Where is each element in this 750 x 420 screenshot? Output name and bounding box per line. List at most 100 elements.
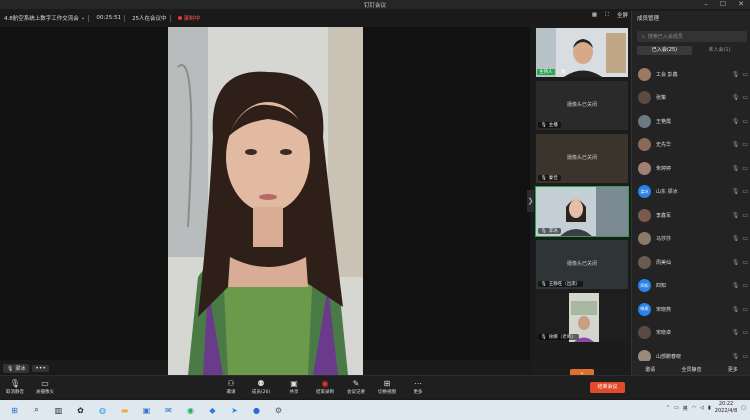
ime-indicator[interactable]: 英 (683, 405, 688, 412)
fullscreen-button[interactable]: ▦ ⛶ 全屏 (592, 11, 628, 20)
collapse-gallery-button[interactable]: ❯ (527, 190, 534, 212)
gallery-tile[interactable]: 摄像头已关闭 🎙 王静旺（出席） (535, 239, 629, 290)
camera-off-icon[interactable]: ▭ (742, 212, 748, 219)
divider (88, 14, 90, 22)
add-person-icon: ⚇ (227, 379, 235, 388)
wifi-icon[interactable]: ◠ (692, 405, 696, 411)
camera-off-icon[interactable]: ▭ (742, 94, 748, 101)
mic-off-icon[interactable]: 🎙 (732, 165, 740, 172)
end-meeting-button[interactable]: 结束会议 (590, 382, 625, 393)
mic-off-icon[interactable]: 🎙 (732, 235, 740, 242)
avatar: 梁冰 (638, 185, 651, 198)
minutes-button[interactable]: ✎ 会议记要 (341, 378, 371, 395)
file-explorer-icon[interactable]: ▬ (117, 404, 132, 417)
camera-off-icon[interactable]: ▭ (742, 282, 748, 289)
gallery-tile-speaking[interactable]: 🎙 李冰 (535, 186, 629, 237)
store-icon[interactable]: ▣ (139, 404, 154, 417)
member-name: 山部鹏春晓 (656, 353, 682, 360)
system-clock[interactable]: 20:22 2022/4/8 (715, 401, 737, 415)
camera-off-icon[interactable]: ▭ (742, 329, 748, 336)
unmute-button[interactable]: 🎙 取消静音 (0, 378, 30, 395)
clock-date: 2022/4/8 (714, 408, 738, 414)
mail-icon[interactable]: ✉ (161, 404, 176, 417)
close-icon[interactable]: ✕ (738, 0, 744, 8)
member-row[interactable]: 朱婷婷 🎙 ▭ (638, 157, 748, 179)
member-row[interactable]: 晓燕 宋晓燕 🎙 ▭ (638, 298, 748, 320)
mic-off-icon[interactable]: 🎙 (732, 188, 740, 195)
share-button[interactable]: ▣ 共享 (279, 378, 309, 395)
camera-off-icon[interactable]: ▭ (742, 71, 748, 78)
member-row[interactable]: 工会 彭鑫 🎙 ▭ (638, 63, 748, 85)
member-row[interactable]: 马莎莎 🎙 ▭ (638, 228, 748, 250)
member-row[interactable]: 史先华 🎙 ▭ (638, 134, 748, 156)
mic-off-icon[interactable]: 🎙 (732, 353, 740, 360)
minimize-icon[interactable]: – (704, 0, 708, 8)
gallery-tile[interactable]: 摄像头已关闭 🎙 秦佳 (535, 133, 629, 184)
notification-icon[interactable]: ▢ (741, 405, 746, 411)
mic-off-icon[interactable]: 🎙 (732, 141, 740, 148)
panel-more-button[interactable]: 更多 (724, 365, 742, 374)
windows-start-icon[interactable]: ⊞ (7, 404, 22, 417)
network-icon[interactable]: ▭ (674, 405, 679, 411)
mic-off-icon[interactable]: 🎙 (732, 118, 740, 125)
camera-off-icon[interactable]: ▭ (742, 306, 748, 313)
member-row[interactable]: 宋晓卓 🎙 ▭ (638, 322, 748, 344)
maximize-icon[interactable]: ☐ (720, 0, 726, 8)
gallery-tile-host[interactable]: 主持人 我 (535, 27, 629, 78)
tab-joined[interactable]: 已入会(25) (637, 46, 692, 55)
member-search-input[interactable]: ⌕ 搜索已入会成员 (637, 31, 747, 42)
more-icon: ⋯ (414, 379, 422, 388)
settings-icon[interactable]: ⚙ (271, 404, 286, 417)
mic-off-icon[interactable]: 🎙 (732, 212, 740, 219)
battery-icon[interactable]: ▮ (708, 405, 711, 411)
record-icon: ◉ (321, 379, 329, 388)
mic-off-icon[interactable]: 🎙 (732, 282, 740, 289)
member-row[interactable]: 李鑫军 🎙 ▭ (638, 204, 748, 226)
member-row[interactable]: 张策 🎙 ▭ (638, 87, 748, 109)
mic-off-icon[interactable]: 🎙 (732, 259, 740, 266)
member-name: 王艳霞 (656, 118, 672, 125)
camera-button[interactable]: ▭ 关摄像头 (30, 378, 60, 395)
wechat-icon[interactable]: ◉ (183, 404, 198, 417)
invite-member-button[interactable]: 邀请 (641, 365, 659, 374)
more-button[interactable]: ⋯ 更多 (403, 378, 433, 395)
task-view-icon[interactable]: ▥ (51, 404, 66, 417)
volume-icon[interactable]: ◁ (700, 405, 704, 411)
app-icon[interactable]: ◆ (205, 404, 220, 417)
member-row[interactable]: 周美仙 🎙 ▭ (638, 251, 748, 273)
camera-off-icon[interactable]: ▭ (742, 141, 748, 148)
elapsed-time: 00:25:51 (96, 15, 122, 21)
camera-off-icon[interactable]: ▭ (742, 235, 748, 242)
widgets-icon[interactable]: ✿ (73, 404, 88, 417)
edge-browser-icon[interactable]: ◍ (95, 404, 110, 417)
gallery-tile[interactable]: 摄像头已关闭 🎙 主播 (535, 80, 629, 131)
mic-off-icon[interactable]: 🎙 (732, 329, 740, 336)
gallery-tile[interactable]: 🎙 徐娜（老师） (535, 292, 629, 343)
member-row[interactable]: 四知 四知 🎙 ▭ (638, 275, 748, 297)
avatar (638, 208, 651, 222)
tencent-meeting-icon[interactable]: ● (249, 404, 264, 417)
end-record-button[interactable]: ◉ 结束录制 (310, 378, 340, 395)
speaker-more-button[interactable]: ••• (32, 365, 49, 372)
mic-off-icon[interactable]: 🎙 (732, 94, 740, 101)
invite-button[interactable]: ⚇ 邀请 (216, 378, 246, 395)
grid-view-icon[interactable]: ▦ (592, 12, 597, 18)
mic-off-icon[interactable]: 🎙 (732, 71, 740, 78)
camera-off-icon[interactable]: ▭ (742, 353, 748, 360)
dingtalk-icon[interactable]: ➤ (227, 404, 242, 417)
search-icon[interactable]: ⌕ (29, 404, 44, 417)
meeting-name[interactable]: 4.8航空系统上数字工作交流会 ⌄ (4, 14, 85, 22)
camera-off-icon[interactable]: ▭ (742, 188, 748, 195)
chevron-up-icon[interactable]: ⌃ (666, 405, 670, 411)
member-row[interactable]: 梁冰 山东 梁冰 🎙 ▭ (638, 181, 748, 203)
mic-off-icon[interactable]: 🎙 (732, 306, 740, 313)
members-button[interactable]: ⚉ 成员(26) (246, 378, 276, 395)
member-row[interactable]: 王艳霞 🎙 ▭ (638, 110, 748, 132)
system-tray: ⌃ ▭ 英 ◠ ◁ ▮ 20:22 2022/4/8 ▢ (666, 401, 746, 415)
switch-view-button[interactable]: ⊞ 切换视图 (372, 378, 402, 395)
mute-all-button[interactable]: 全员静音 (677, 365, 705, 374)
camera-off-icon[interactable]: ▭ (742, 259, 748, 266)
camera-off-icon[interactable]: ▭ (742, 118, 748, 125)
tab-not-joined[interactable]: 未入会(1) (692, 46, 747, 55)
camera-off-icon[interactable]: ▭ (742, 165, 748, 172)
